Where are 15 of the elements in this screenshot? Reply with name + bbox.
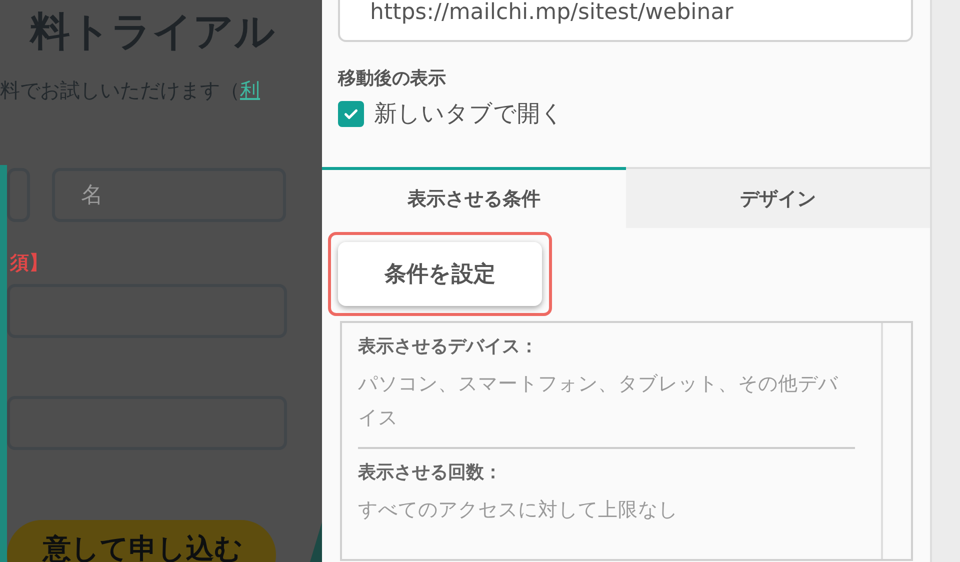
condition-value: パソコン、スマートフォン、タブレット、その他デバイス xyxy=(358,371,839,431)
checkbox-label: 新しいタブで開く xyxy=(374,100,564,129)
condition-heading: 表示させるデバイス： xyxy=(358,335,539,359)
required-label: 須】 xyxy=(10,251,49,276)
condition-value: すべてのアクセスに対して上限なし xyxy=(358,497,679,523)
input-field[interactable] xyxy=(7,168,30,222)
input-field[interactable]: 名 xyxy=(52,168,286,222)
set-conditions-button[interactable]: 条件を設定 xyxy=(338,242,542,306)
url-field[interactable]: https://mailchi.mp/sitest/webinar xyxy=(338,0,913,42)
input-field[interactable] xyxy=(7,284,287,338)
checkbox[interactable] xyxy=(338,100,364,126)
section-label: 移動後の表示 xyxy=(338,67,447,91)
input-field[interactable] xyxy=(7,396,287,450)
condition-heading: 表示させる回数： xyxy=(358,461,503,485)
tab[interactable]: デザイン xyxy=(626,167,930,228)
